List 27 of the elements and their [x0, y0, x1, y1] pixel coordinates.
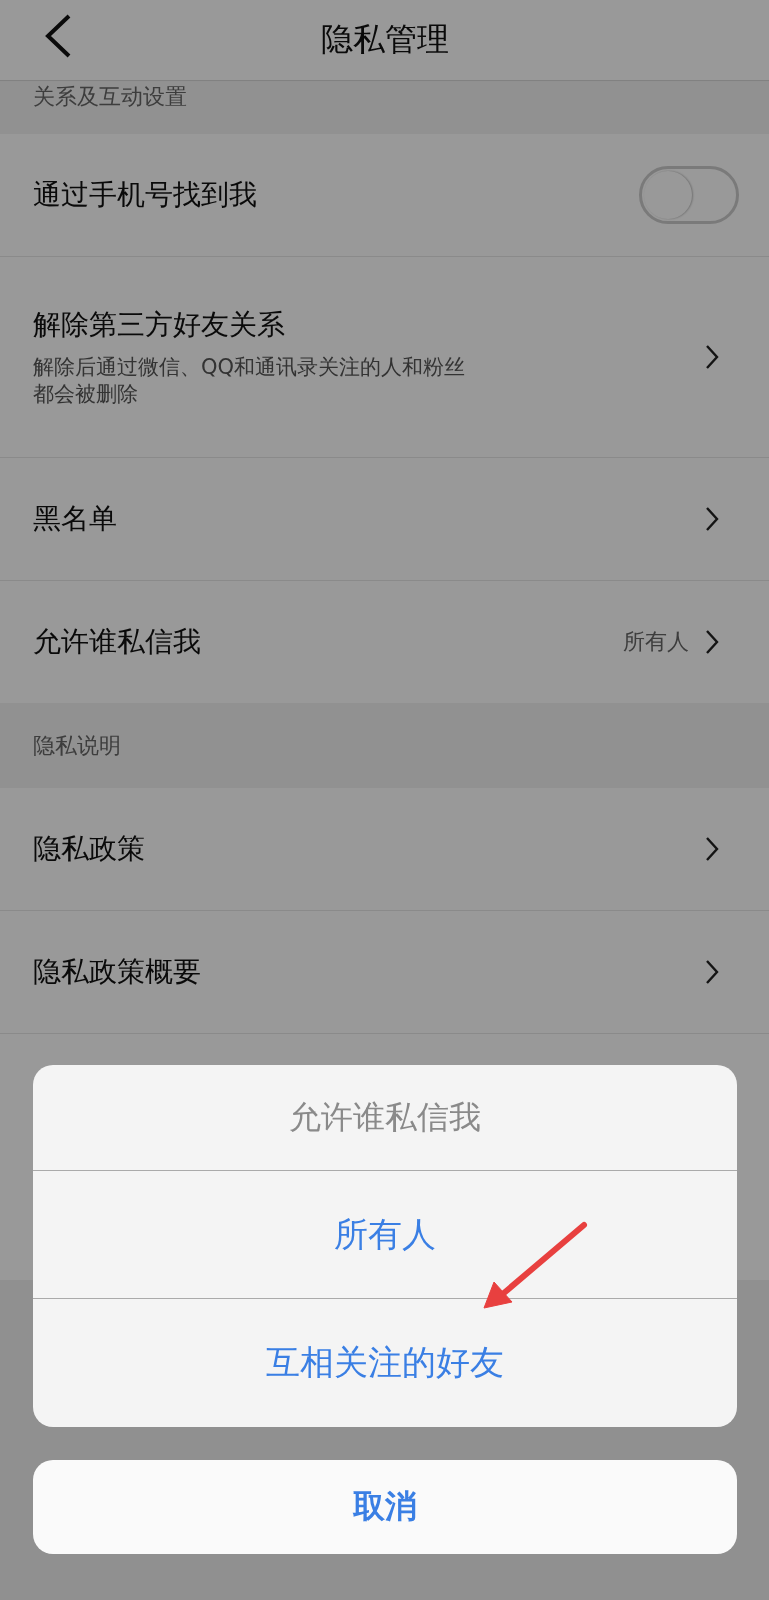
back-icon[interactable]	[43, 13, 73, 59]
settings-row[interactable]: 隐私政策概要	[0, 911, 769, 1033]
settings-row[interactable]: 允许谁私信我 所有人	[0, 581, 769, 703]
row-label: 隐私政策	[33, 831, 146, 867]
row-value: 所有人	[623, 628, 689, 656]
row-description: 解除后通过微信、QQ和通讯录关注的人和粉丝都会被删除	[33, 353, 467, 408]
settings-row[interactable]: 黑名单	[0, 458, 769, 581]
row-label: 解除第三方好友关系	[33, 306, 286, 343]
settings-row[interactable]: 隐私政策	[0, 788, 769, 911]
row-label: 通过手机号找到我	[33, 177, 258, 213]
row-label: 隐私政策概要	[33, 954, 202, 990]
chevron-right-icon	[705, 959, 719, 985]
row-label: 黑名单	[33, 501, 118, 537]
section-title: 关系及互动设置	[33, 83, 187, 111]
sheet-title: 允许谁私信我	[33, 1065, 737, 1171]
settings-row[interactable]: 解除第三方好友关系 解除后通过微信、QQ和通讯录关注的人和粉丝都会被删除	[0, 257, 769, 458]
settings-row[interactable]: 通过手机号找到我	[0, 134, 769, 257]
chevron-right-icon	[705, 344, 719, 370]
chevron-right-icon	[705, 836, 719, 862]
cancel-button[interactable]: 取消	[33, 1460, 737, 1554]
toggle-switch[interactable]	[639, 166, 739, 224]
chevron-right-icon	[705, 629, 719, 655]
section-title: 隐私说明	[33, 731, 121, 760]
chevron-right-icon	[705, 506, 719, 532]
sheet-option[interactable]: 互相关注的好友	[33, 1299, 737, 1427]
page-title: 隐私管理	[320, 19, 449, 60]
row-label: 允许谁私信我	[33, 624, 202, 660]
